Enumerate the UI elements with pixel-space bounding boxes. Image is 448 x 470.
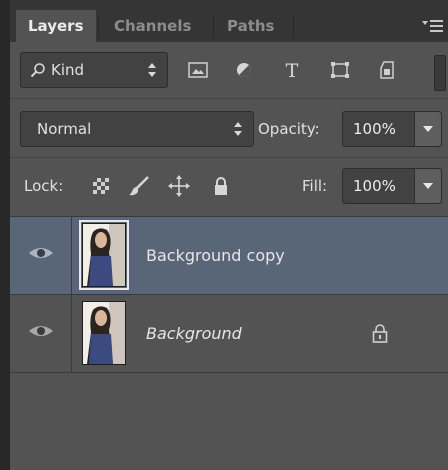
- chevron-down-icon: [423, 183, 433, 189]
- lock-image-pixels-brush-icon[interactable]: [128, 175, 150, 197]
- portrait-photo-icon: [83, 224, 125, 286]
- eye-icon: [26, 323, 56, 339]
- tab-channels[interactable]: Channels: [104, 10, 201, 42]
- up-down-arrows-icon: [147, 62, 157, 78]
- layer-thumbnail[interactable]: [82, 301, 126, 365]
- filter-kind-label: Kind: [51, 61, 85, 79]
- fill-label: Fill:: [302, 177, 328, 195]
- type-filter-icon[interactable]: T: [280, 59, 304, 82]
- eye-icon: [26, 245, 56, 261]
- tab-separator: [98, 14, 99, 38]
- layers-list: Background copy Background: [10, 217, 448, 470]
- divider: [10, 157, 448, 158]
- panel-tab-bar: Layers Channels Paths: [10, 0, 448, 42]
- lock-all-padlock-icon[interactable]: [210, 175, 232, 197]
- layer-locked-icon: [370, 322, 390, 344]
- tab-separator: [293, 14, 294, 38]
- adjustment-filter-icon[interactable]: [232, 59, 256, 81]
- layer-row-background[interactable]: Background: [10, 295, 448, 373]
- layer-name[interactable]: Background copy: [146, 217, 285, 295]
- smart-object-filter-icon[interactable]: [376, 59, 400, 81]
- portrait-photo-icon: [83, 302, 125, 364]
- search-icon: [30, 62, 46, 78]
- layer-name[interactable]: Background: [146, 295, 242, 373]
- filter-toggle-switch[interactable]: [434, 55, 446, 91]
- visibility-toggle[interactable]: [10, 217, 72, 294]
- opacity-dropdown-button[interactable]: [414, 112, 441, 146]
- svg-text:T: T: [286, 60, 299, 81]
- chevron-down-icon: [423, 126, 433, 132]
- fill-value: 100%: [353, 177, 396, 195]
- tab-separator: [213, 14, 214, 38]
- blend-mode-select[interactable]: Normal: [20, 111, 254, 147]
- visibility-toggle[interactable]: [10, 295, 72, 372]
- up-down-arrows-icon: [233, 121, 243, 137]
- shape-filter-icon[interactable]: [328, 59, 352, 81]
- panel-menu-icon[interactable]: [422, 16, 444, 36]
- layers-panel: Layers Channels Paths Kind T Normal Opac…: [10, 0, 448, 470]
- filter-kind-select[interactable]: Kind: [20, 52, 168, 88]
- opacity-label: Opacity:: [258, 120, 320, 138]
- image-filter-icon[interactable]: [186, 59, 210, 81]
- blend-mode-value: Normal: [37, 120, 92, 138]
- lock-position-move-icon[interactable]: [168, 175, 190, 197]
- layer-row-background-copy[interactable]: Background copy: [10, 217, 448, 295]
- opacity-value: 100%: [353, 120, 396, 138]
- lock-transparent-pixels-icon[interactable]: [90, 175, 112, 197]
- fill-dropdown-button[interactable]: [414, 169, 441, 203]
- lock-label: Lock:: [24, 177, 64, 195]
- opacity-field[interactable]: 100%: [342, 111, 442, 147]
- layer-thumbnail[interactable]: [79, 220, 129, 290]
- tab-layers[interactable]: Layers: [16, 10, 96, 42]
- tab-paths[interactable]: Paths: [217, 10, 285, 42]
- divider: [10, 98, 448, 99]
- fill-field[interactable]: 100%: [342, 168, 442, 204]
